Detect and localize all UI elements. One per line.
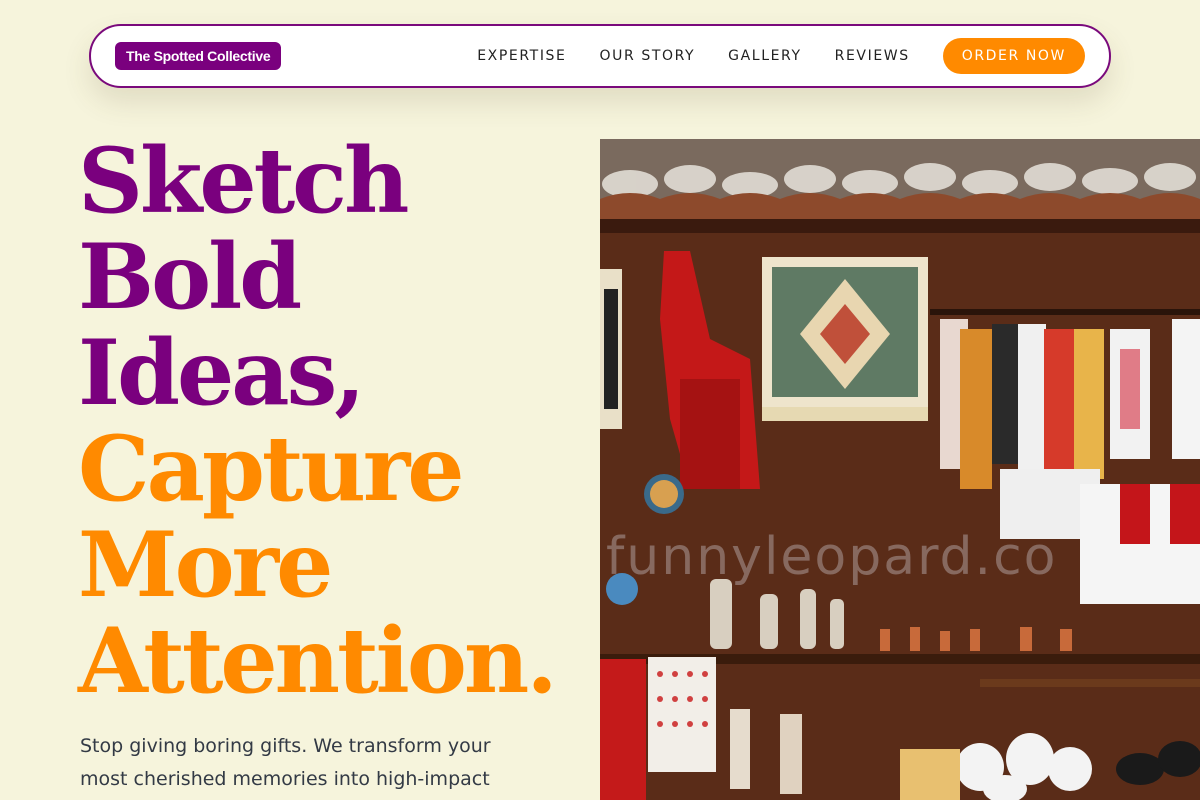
hero-title-line: More (78, 512, 333, 618)
hero-subtitle: Stop giving boring gifts. We transform y… (80, 735, 491, 790)
brand-logo[interactable]: The Spotted Collective (115, 42, 282, 70)
hero-title-line: Sketch (78, 128, 409, 234)
hero-title-line: Bold (78, 224, 302, 330)
nav-links: EXPERTISE OUR STORY GALLERY REVIEWS (477, 48, 909, 64)
market-stall-illustration (600, 139, 1200, 800)
hero-title-line: Capture (78, 416, 465, 522)
page: The Spotted Collective EXPERTISE OUR STO… (0, 0, 1200, 800)
navbar: The Spotted Collective EXPERTISE OUR STO… (89, 24, 1111, 88)
hero-title: Sketch Bold Ideas, Capture More Attentio… (78, 133, 598, 709)
nav-link-our-story[interactable]: OUR STORY (599, 48, 695, 64)
hero-market-stall-image: funnyleopard.co (600, 139, 1200, 800)
order-now-button[interactable]: ORDER NOW (942, 38, 1085, 74)
nav-link-gallery[interactable]: GALLERY (728, 48, 801, 64)
image-watermark: funnyleopard.co (606, 527, 1058, 587)
nav-link-expertise[interactable]: EXPERTISE (477, 48, 566, 64)
hero-title-line: Attention. (78, 608, 558, 714)
nav-link-reviews[interactable]: REVIEWS (835, 48, 910, 64)
hero-title-line: Ideas, (78, 320, 366, 426)
